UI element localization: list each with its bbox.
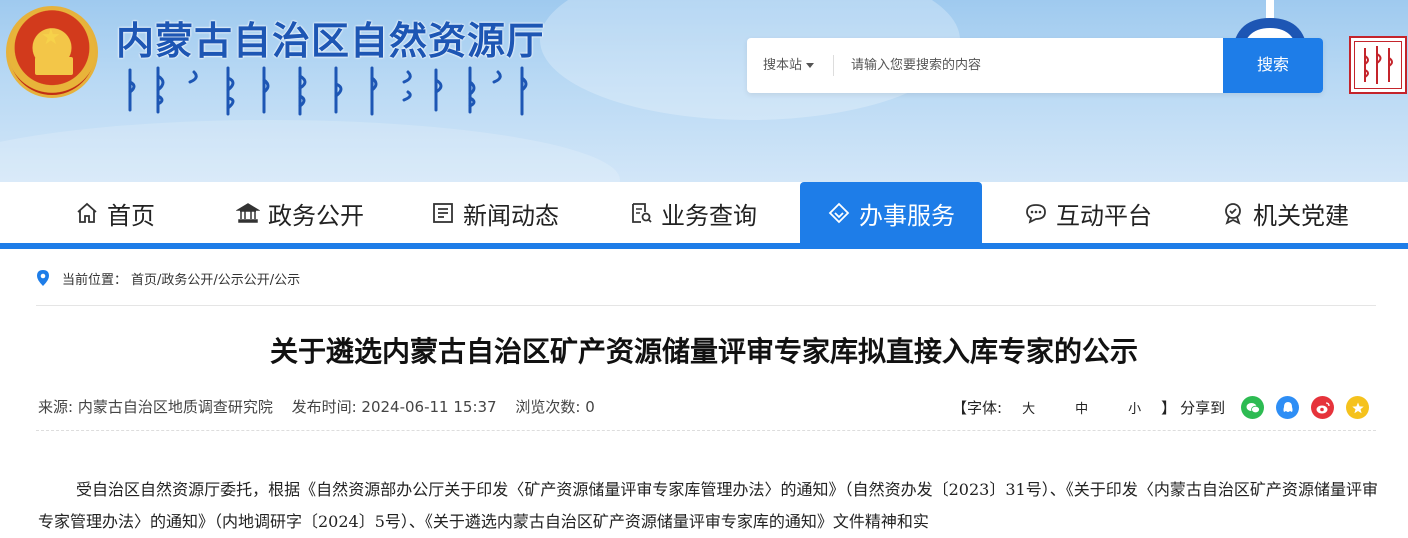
qzone-share-icon[interactable] xyxy=(1346,396,1370,419)
search-button[interactable]: 搜索 xyxy=(1223,38,1323,93)
mongolian-seal-logo[interactable] xyxy=(1349,36,1407,94)
national-emblem-logo: ★ xyxy=(6,6,98,98)
nav-item-label: 办事服务 xyxy=(859,201,955,230)
breadcrumb: 当前位置： 首页/政务公开/公示公开/公示 xyxy=(36,268,300,288)
party-badge-icon xyxy=(1225,203,1241,225)
government-building-icon xyxy=(236,203,260,223)
chevron-down-icon xyxy=(806,63,815,68)
weibo-share-icon[interactable] xyxy=(1311,396,1335,419)
font-size-controls: 【字体: 大 中 小 】 分享到 xyxy=(952,396,1381,419)
font-size-large-button[interactable]: 大 xyxy=(1022,398,1035,417)
nav-item-news[interactable]: 新闻动态 xyxy=(410,182,580,244)
mongolian-script-title xyxy=(128,66,528,116)
nav-item-services[interactable]: 办事服务 xyxy=(800,182,982,244)
font-size-close-bracket: 】 xyxy=(1161,399,1177,417)
nav-item-label: 业务查询 xyxy=(661,201,757,230)
site-header: ★ 内蒙古自治区自然资源厅 搜本站 搜索 xyxy=(0,0,1408,182)
home-icon xyxy=(77,202,97,223)
newspaper-icon xyxy=(433,203,453,223)
header-decoration xyxy=(0,120,620,182)
font-size-label: 【字体: xyxy=(952,399,1003,417)
nav-item-government-affairs[interactable]: 政务公开 xyxy=(215,182,385,244)
nav-item-label: 政务公开 xyxy=(268,201,364,230)
page-title: 关于遴选内蒙古自治区矿产资源储量评审专家库拟直接入库专家的公示 xyxy=(269,335,1138,368)
site-title: 内蒙古自治区自然资源厅 xyxy=(116,19,546,63)
article-body: 受自治区自然资源厅委托，根据《自然资源部办公厅关于印发〈矿产资源储量评审专家库管… xyxy=(38,480,1378,531)
nav-underline xyxy=(0,243,1408,249)
breadcrumb-path[interactable]: 首页/政务公开/公示公开/公示 xyxy=(131,269,300,288)
search-scope-dropdown[interactable]: 搜本站 xyxy=(747,38,833,93)
nav-item-label: 互动平台 xyxy=(1056,201,1152,230)
share-label: 分享到 xyxy=(1180,399,1226,417)
font-size-medium-button[interactable]: 中 xyxy=(1075,398,1088,417)
font-size-small-button[interactable]: 小 xyxy=(1128,398,1141,417)
nav-item-label: 新闻动态 xyxy=(463,201,559,230)
breadcrumb-label: 当前位置： xyxy=(62,272,128,288)
divider xyxy=(36,430,1376,431)
main-nav: 首页 政务公开 新闻动态 业务查询 办事服务 互动平台 机关党建 xyxy=(0,182,1408,244)
article-meta: 来源: 内蒙古自治区地质调查研究院 发布时间: 2024-06-11 15:37… xyxy=(38,396,609,417)
divider xyxy=(36,305,1376,306)
wechat-share-icon[interactable] xyxy=(1241,396,1265,419)
site-search: 搜本站 搜索 xyxy=(747,38,1323,93)
qq-share-icon[interactable] xyxy=(1276,396,1300,419)
location-pin-icon xyxy=(37,270,49,286)
search-input[interactable] xyxy=(851,38,1211,93)
chat-bubble-icon xyxy=(1026,204,1046,224)
nav-item-party-building[interactable]: 机关党建 xyxy=(1200,182,1370,244)
nav-item-label: 机关党建 xyxy=(1253,201,1349,230)
divider xyxy=(833,55,834,76)
nav-item-home[interactable]: 首页 xyxy=(30,182,200,244)
nav-item-business-query[interactable]: 业务查询 xyxy=(608,182,778,244)
article-source: 来源: 内蒙古自治区地质调查研究院 xyxy=(38,398,273,416)
nav-item-label: 首页 xyxy=(107,201,155,230)
nav-item-interaction[interactable]: 互动平台 xyxy=(1003,182,1173,244)
document-search-icon xyxy=(632,203,652,223)
article-view-count: 浏览次数: 0 xyxy=(515,398,595,416)
article-published-time: 发布时间: 2024-06-11 15:37 xyxy=(291,398,497,416)
service-diamond-icon xyxy=(828,202,850,224)
search-scope-label: 搜本站 xyxy=(763,58,803,73)
